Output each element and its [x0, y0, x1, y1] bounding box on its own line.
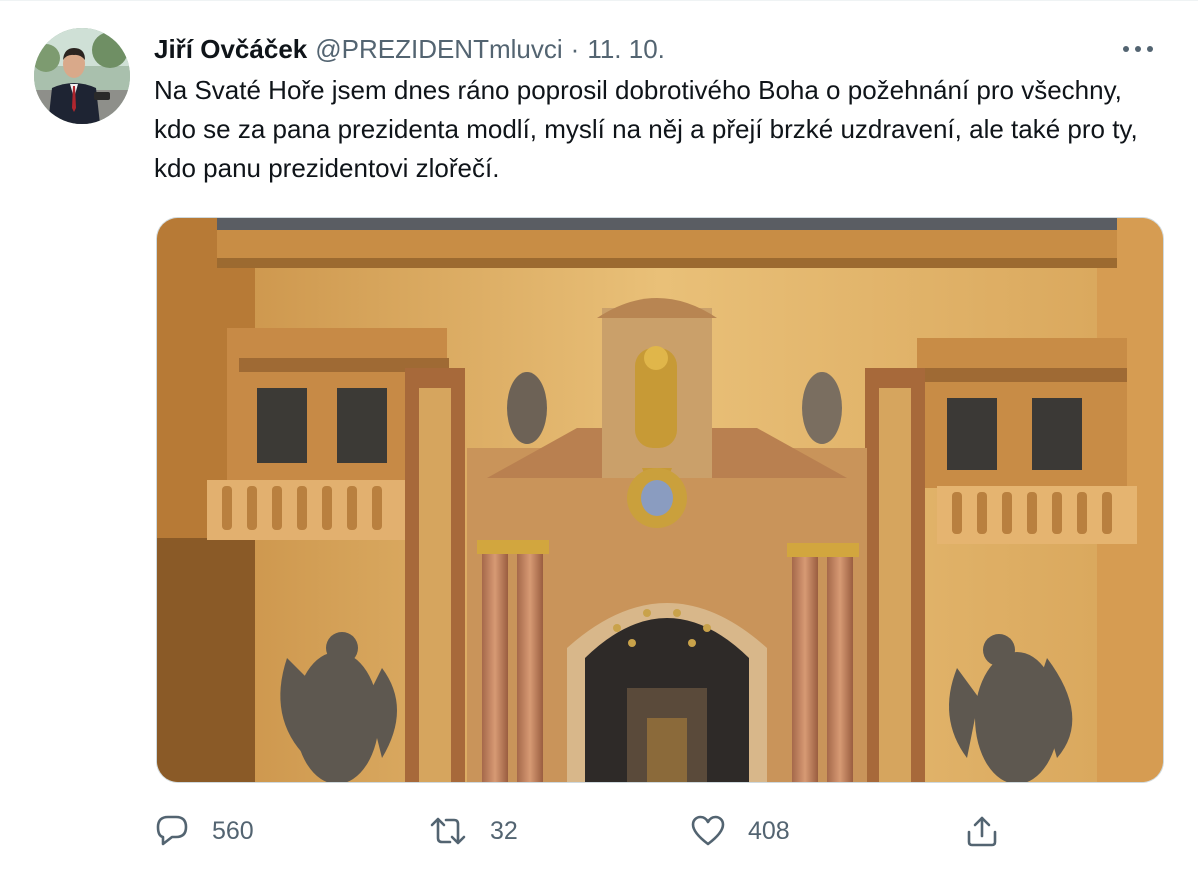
- retweet-count: 32: [490, 816, 518, 845]
- tweet-text: Na Svaté Hoře jsem dnes ráno poprosil do…: [154, 75, 1138, 183]
- like-icon: [690, 814, 726, 848]
- separator-dot: ·: [570, 34, 580, 64]
- more-horizontal-icon: [1123, 46, 1153, 52]
- tweet-header: Jiří Ovčáček @PREZIDENTmluvci · 11. 10.: [154, 31, 1158, 67]
- retweet-button[interactable]: 32: [428, 807, 518, 855]
- author-handle[interactable]: @PREZIDENTmluvci: [315, 31, 562, 67]
- avatar[interactable]: [34, 28, 130, 124]
- like-button[interactable]: 408: [690, 807, 790, 855]
- tweet-actions: 560 32 408: [154, 807, 1014, 855]
- reply-count: 560: [212, 816, 254, 845]
- share-icon: [964, 814, 1000, 848]
- like-count: 408: [748, 816, 790, 845]
- more-button[interactable]: [1118, 33, 1158, 65]
- tweet-date[interactable]: 11. 10.: [587, 31, 665, 67]
- author-name[interactable]: Jiří Ovčáček: [154, 31, 307, 67]
- retweet-icon: [428, 814, 468, 848]
- reply-icon: [154, 814, 190, 848]
- tweet: Jiří Ovčáček @PREZIDENTmluvci · 11. 10. …: [0, 0, 1198, 872]
- photo-church-facade: [157, 218, 1163, 782]
- profile-photo-icon: [34, 28, 130, 124]
- tweet-media-photo[interactable]: [156, 217, 1164, 783]
- share-button[interactable]: [964, 807, 1000, 855]
- reply-button[interactable]: 560: [154, 807, 254, 855]
